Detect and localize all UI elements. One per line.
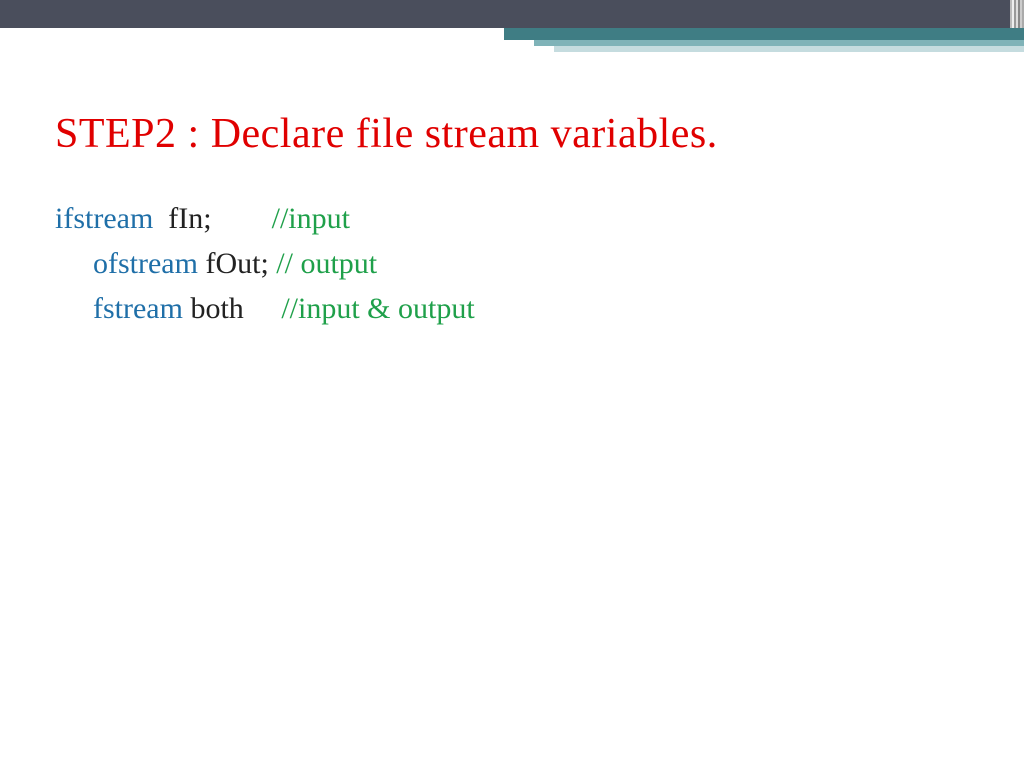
code-identifier: fIn; (153, 202, 271, 235)
code-keyword: fstream (93, 292, 183, 325)
code-identifier: fOut; (198, 247, 276, 280)
top-bar (0, 0, 1024, 28)
code-line: ifstream fIn; //input (55, 196, 984, 241)
code-comment: //input & output (281, 292, 474, 325)
accent-bar-1 (504, 28, 1024, 40)
slide-title: STEP2 : Declare file stream variables. (55, 110, 984, 158)
accent-bar-3 (554, 46, 1024, 52)
slide-content: STEP2 : Declare file stream variables. i… (55, 110, 984, 331)
code-comment: // output (276, 247, 377, 280)
code-line: fstream both //input & output (55, 286, 984, 331)
code-identifier: both (183, 292, 281, 325)
accent-bars (504, 28, 1024, 58)
code-block: ifstream fIn; //input ofstream fOut; // … (55, 196, 984, 331)
code-comment: //input (272, 202, 350, 235)
code-keyword: ofstream (93, 247, 198, 280)
code-line: ofstream fOut; // output (55, 241, 984, 286)
code-keyword: ifstream (55, 202, 153, 235)
top-bar-right-edge (1006, 0, 1024, 28)
